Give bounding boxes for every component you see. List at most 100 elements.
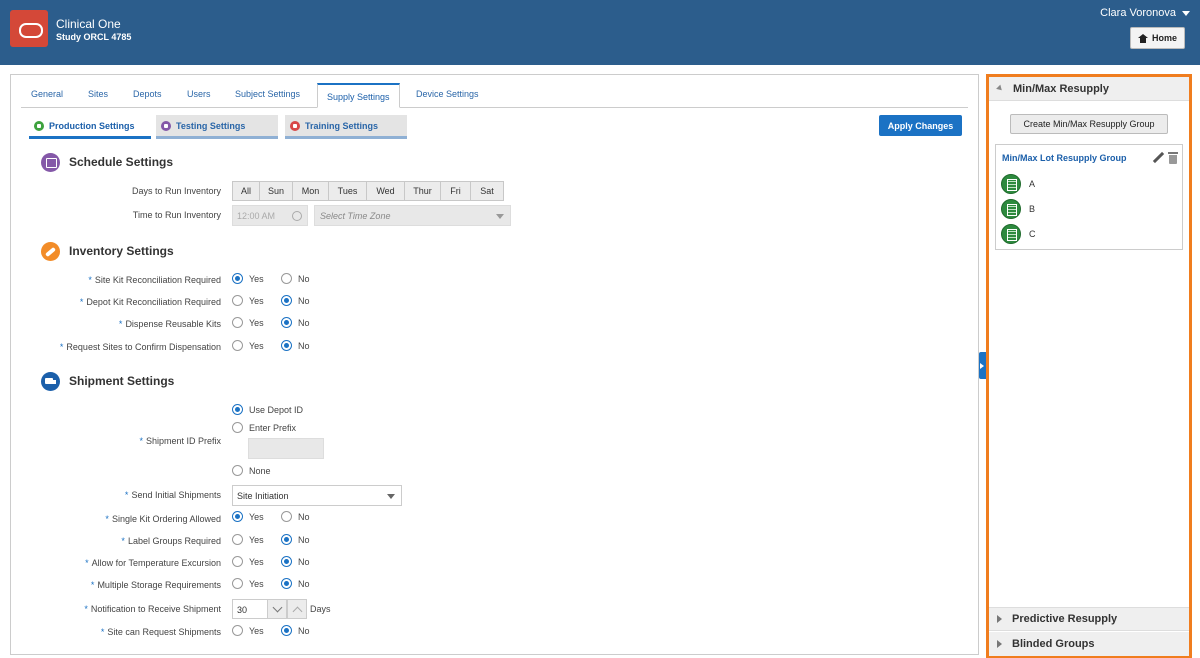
app-title: Clinical One xyxy=(56,17,121,31)
subtab-production-label: Production Settings xyxy=(49,120,135,131)
notification-label: * Notification to Receive Shipment xyxy=(84,604,221,614)
tab-sites[interactable]: Sites xyxy=(88,89,108,99)
site-request-label: * Site can Request Shipments xyxy=(100,627,221,637)
subtab-testing-label: Testing Settings xyxy=(176,120,246,131)
day-wed[interactable]: Wed xyxy=(367,181,405,201)
inventory-icon xyxy=(41,242,60,261)
radio-no[interactable]: No xyxy=(281,556,310,567)
day-mon[interactable]: Mon xyxy=(293,181,329,201)
prefix-input[interactable] xyxy=(248,438,324,459)
radio-no[interactable]: No xyxy=(281,534,310,545)
expanded-icon xyxy=(996,84,1004,93)
radio-use-depot-id[interactable]: Use Depot ID xyxy=(232,404,303,415)
days-unit: Days xyxy=(310,604,331,614)
radio-enter-prefix[interactable]: Enter Prefix xyxy=(232,422,296,433)
radio-no[interactable]: No xyxy=(281,317,310,328)
shipment-row-label: * Label Groups Required xyxy=(121,536,221,546)
tab-depots[interactable]: Depots xyxy=(133,89,162,99)
calendar-icon xyxy=(41,153,60,172)
app-header: Clinical One Study ORCL 4785 Clara Voron… xyxy=(0,0,1200,65)
resupply-group-card: Min/Max Lot Resupply Group A B C xyxy=(995,144,1183,250)
decrement-button[interactable] xyxy=(267,599,287,619)
radio-no[interactable]: No xyxy=(281,625,310,636)
chevron-down-icon xyxy=(387,494,395,499)
kit-icon xyxy=(1001,174,1021,194)
predictive-resupply-header[interactable]: Predictive Resupply xyxy=(989,607,1189,631)
create-group-button[interactable]: Create Min/Max Resupply Group xyxy=(1010,114,1168,134)
user-menu[interactable]: Clara Voronova xyxy=(1100,7,1190,19)
radio-yes[interactable]: Yes xyxy=(232,578,264,589)
radio-no[interactable]: No xyxy=(281,273,310,284)
shipment-id-prefix-label: * Shipment ID Prefix xyxy=(139,436,221,446)
tab-device-settings[interactable]: Device Settings xyxy=(416,89,479,99)
inventory-row-label: * Dispense Reusable Kits xyxy=(118,319,221,329)
blinded-groups-title: Blinded Groups xyxy=(1012,638,1095,650)
radio-yes[interactable]: Yes xyxy=(232,295,264,306)
lot-item: C xyxy=(1001,224,1036,244)
radio-yes[interactable]: Yes xyxy=(232,317,264,328)
testing-icon xyxy=(161,120,171,131)
shipment-row-label: * Multiple Storage Requirements xyxy=(90,580,221,590)
radio-yes[interactable]: Yes xyxy=(232,534,264,545)
day-fri[interactable]: Fri xyxy=(441,181,471,201)
day-sat[interactable]: Sat xyxy=(471,181,504,201)
tab-supply-settings[interactable]: Supply Settings xyxy=(317,83,400,108)
user-name: Clara Voronova xyxy=(1100,7,1176,19)
truck-icon xyxy=(41,372,60,391)
radio-yes[interactable]: Yes xyxy=(232,273,264,284)
tab-subject-settings[interactable]: Subject Settings xyxy=(235,89,300,99)
home-button[interactable]: Home xyxy=(1130,27,1185,49)
clock-icon xyxy=(292,211,302,221)
radio-yes[interactable]: Yes xyxy=(232,511,264,522)
subtab-production[interactable]: Production Settings xyxy=(29,115,151,139)
radio-no[interactable]: No xyxy=(281,578,310,589)
chevron-down-icon xyxy=(496,214,504,219)
radio-no[interactable]: No xyxy=(281,511,310,522)
day-all[interactable]: All xyxy=(232,181,260,201)
home-label: Home xyxy=(1151,33,1177,43)
group-title[interactable]: Min/Max Lot Resupply Group xyxy=(1002,153,1127,163)
trash-icon[interactable] xyxy=(1168,152,1178,164)
minmax-resupply-header[interactable]: Min/Max Resupply xyxy=(989,77,1189,101)
panel-collapse-handle[interactable] xyxy=(979,352,986,379)
subtab-training-label: Training Settings xyxy=(305,120,379,131)
pencil-icon[interactable] xyxy=(1152,152,1164,164)
radio-yes[interactable]: Yes xyxy=(232,340,264,351)
lot-item: B xyxy=(1001,199,1035,219)
time-value: 12:00 AM xyxy=(237,211,276,221)
time-input[interactable]: 12:00 AM xyxy=(232,205,308,226)
check-icon xyxy=(34,120,44,131)
subtab-testing[interactable]: Testing Settings xyxy=(156,115,278,139)
inventory-row-label: * Request Sites to Confirm Dispensation xyxy=(59,342,221,352)
notification-days-input[interactable]: 30 xyxy=(232,599,268,619)
day-sun[interactable]: Sun xyxy=(260,181,293,201)
day-thur[interactable]: Thur xyxy=(405,181,441,201)
apply-changes-button[interactable]: Apply Changes xyxy=(879,115,962,136)
radio-yes[interactable]: Yes xyxy=(232,556,264,567)
radio-no[interactable]: No xyxy=(281,340,310,351)
day-tues[interactable]: Tues xyxy=(329,181,367,201)
radio-yes[interactable]: Yes xyxy=(232,625,264,636)
caret-down-icon xyxy=(1182,10,1190,16)
increment-button[interactable] xyxy=(287,599,307,619)
blinded-groups-header[interactable]: Blinded Groups xyxy=(989,632,1189,656)
kit-icon xyxy=(1001,224,1021,244)
time-to-run-label: Time to Run Inventory xyxy=(132,210,221,220)
send-shipments-value: Site Initiation xyxy=(237,491,289,501)
collapsed-icon xyxy=(997,615,1002,623)
home-icon xyxy=(1137,33,1148,43)
send-shipments-select[interactable]: Site Initiation xyxy=(232,485,402,506)
radio-none[interactable]: None xyxy=(232,465,271,476)
days-to-run-label: Days to Run Inventory xyxy=(131,186,221,196)
main-panel: General Sites Depots Users Subject Setti… xyxy=(10,74,979,655)
inventory-settings-title: Inventory Settings xyxy=(69,244,174,258)
subtab-training[interactable]: Training Settings xyxy=(285,115,407,139)
radio-no[interactable]: No xyxy=(281,295,310,306)
schedule-settings-title: Schedule Settings xyxy=(69,155,174,169)
tab-users[interactable]: Users xyxy=(187,89,211,99)
send-initial-shipments-label: * Send Initial Shipments xyxy=(124,490,221,500)
minmax-resupply-title: Min/Max Resupply xyxy=(1013,82,1109,95)
tab-general[interactable]: General xyxy=(31,89,63,99)
settings-tabs: General Sites Depots Users Subject Setti… xyxy=(21,83,968,108)
timezone-select[interactable]: Select Time Zone xyxy=(314,205,511,226)
